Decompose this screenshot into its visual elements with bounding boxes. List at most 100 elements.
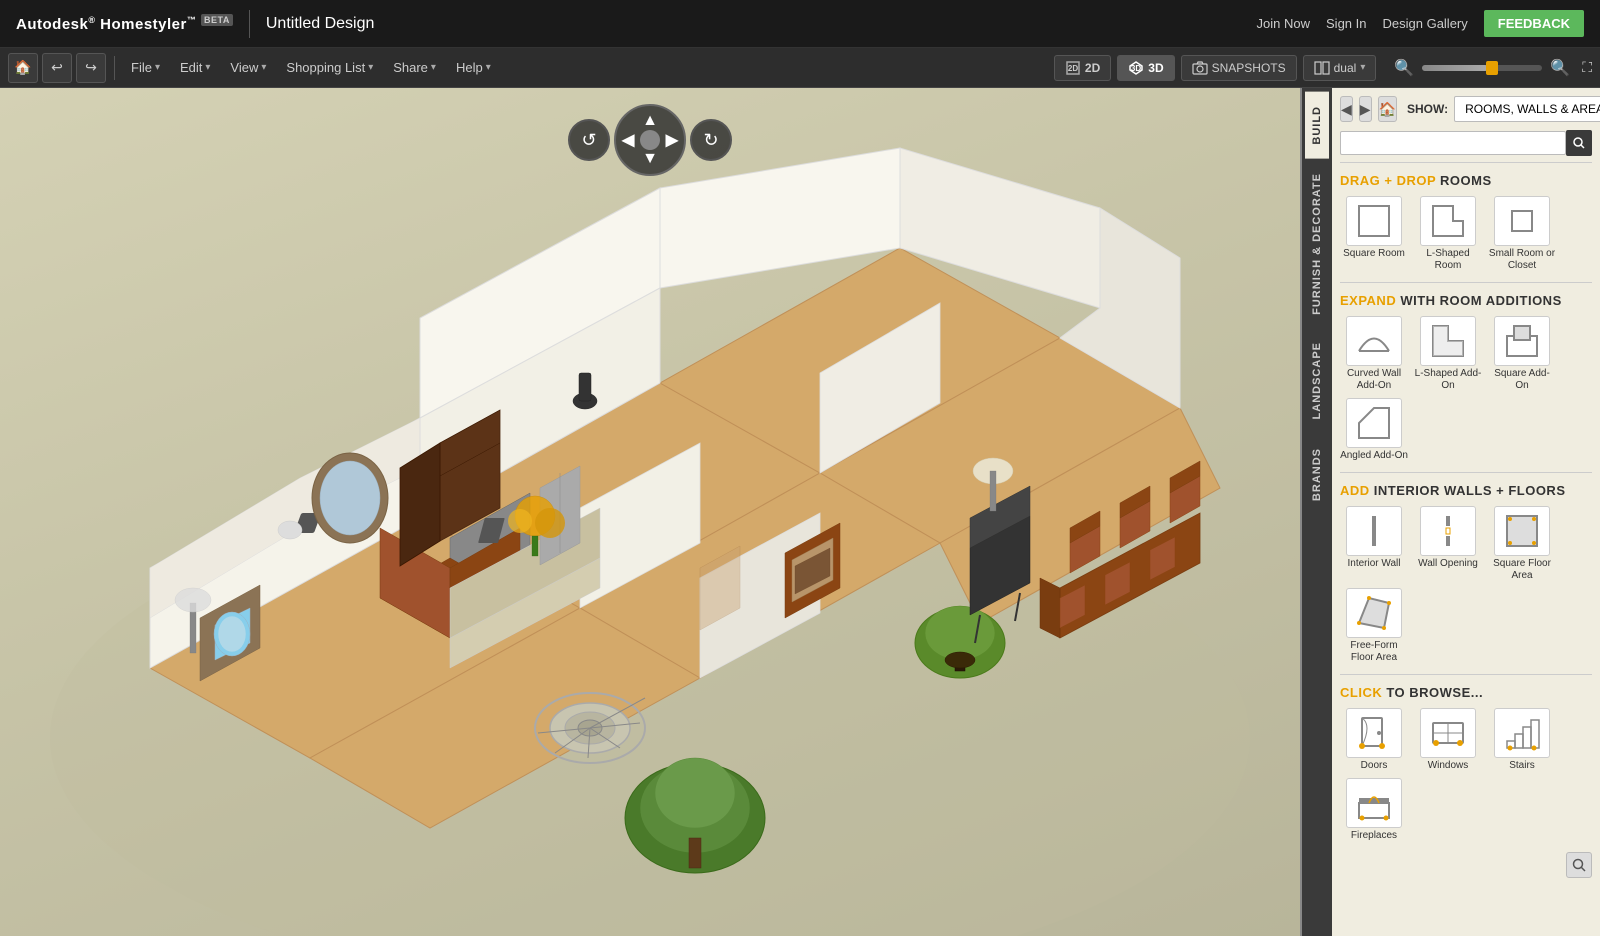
mode-3d-button[interactable]: 3D 3D <box>1117 55 1174 81</box>
pan-left-button[interactable]: ◀ <box>622 130 634 150</box>
panel-home-button[interactable]: 🏠 <box>1378 96 1397 122</box>
angled-addon-icon <box>1354 403 1394 443</box>
svg-text:3D: 3D <box>1131 64 1141 73</box>
tab-brands[interactable]: BRANDS <box>1305 434 1329 515</box>
redo-button[interactable]: ↪ <box>76 53 106 83</box>
lshaped-addon-label: L-Shaped Add-On <box>1414 368 1482 392</box>
zoom-slider[interactable] <box>1422 65 1542 71</box>
lshaped-addon-icon-box <box>1420 316 1476 366</box>
rotate-right-button[interactable]: ↻ <box>690 119 732 161</box>
interior-wall-item[interactable]: Interior Wall <box>1340 506 1408 582</box>
windows-item[interactable]: Windows <box>1414 708 1482 772</box>
view-menu[interactable]: View ▾ <box>222 56 274 79</box>
right-panel: BUILD FURNISH & DECORATE LANDSCAPE BRAND… <box>1300 88 1600 936</box>
camera-icon <box>1192 60 1208 76</box>
bottom-search-button[interactable] <box>1566 852 1592 878</box>
interior-wall-icon-box <box>1346 506 1402 556</box>
design-gallery-link[interactable]: Design Gallery <box>1383 16 1468 31</box>
section-expand-header: EXPAND WITH ROOM ADDITIONS <box>1340 293 1592 308</box>
freeform-floor-icon-box <box>1346 588 1402 638</box>
lshaped-room-label: L-Shaped Room <box>1414 248 1482 272</box>
home-button[interactable]: 🏠 <box>8 53 38 83</box>
zoom-in-button[interactable]: 🔍 <box>1546 58 1574 78</box>
panel-back-button[interactable]: ◀ <box>1340 96 1353 122</box>
windows-icon <box>1428 713 1468 753</box>
small-room-icon-box <box>1494 196 1550 246</box>
room-scene <box>0 88 1300 936</box>
interior-wall-icon <box>1354 511 1394 551</box>
logo-title-divider <box>249 10 250 38</box>
small-room-item[interactable]: Small Room or Closet <box>1488 196 1556 272</box>
stairs-icon-box <box>1494 708 1550 758</box>
sign-in-link[interactable]: Sign In <box>1326 16 1366 31</box>
help-menu[interactable]: Help ▾ <box>448 56 499 79</box>
panel-search-input[interactable] <box>1349 132 1561 154</box>
square-floor-item[interactable]: Square Floor Area <box>1488 506 1556 582</box>
join-now-link[interactable]: Join Now <box>1257 16 1310 31</box>
panel-forward-button[interactable]: ▶ <box>1359 96 1372 122</box>
panel-divider-1 <box>1340 162 1592 163</box>
feedback-button[interactable]: FEEDBACK <box>1484 10 1584 37</box>
square-room-item[interactable]: Square Room <box>1340 196 1408 272</box>
search-icon <box>1573 137 1585 149</box>
tab-build[interactable]: BUILD <box>1305 92 1329 159</box>
stairs-item[interactable]: Stairs <box>1488 708 1556 772</box>
file-menu[interactable]: File ▾ <box>123 56 168 79</box>
freeform-floor-item[interactable]: Free-Form Floor Area <box>1340 588 1408 664</box>
wall-opening-item[interactable]: Wall Opening <box>1414 506 1482 582</box>
fireplaces-item[interactable]: Fireplaces <box>1340 778 1408 842</box>
pan-down-button[interactable]: ▼ <box>642 150 658 168</box>
pan-up-button[interactable]: ▲ <box>642 112 658 130</box>
main-area: ↺ ▲ ▼ ◀ ▶ ↻ BUILD FURNISH & DECORATE LAN… <box>0 88 1600 936</box>
windows-icon-box <box>1420 708 1476 758</box>
section-browse-header: CLICK TO BROWSE... <box>1340 685 1592 700</box>
fireplaces-icon <box>1354 783 1394 823</box>
panel-search-area <box>1340 130 1592 156</box>
angled-addon-icon-box <box>1346 398 1402 448</box>
dual-icon <box>1314 60 1330 76</box>
view-mode-controls: 2D 2D 3D 3D SNAPSHOTS <box>1054 55 1592 81</box>
additions-grid: Curved Wall Add-On L-Shaped Add-On <box>1340 316 1592 462</box>
angled-addon-label: Angled Add-On <box>1340 450 1408 462</box>
logo-text: Autodesk® Homestyler™ BETA <box>16 15 233 33</box>
project-title: Untitled Design <box>266 15 375 33</box>
shopping-list-menu[interactable]: Shopping List ▾ <box>278 56 381 79</box>
interior-wall-label: Interior Wall <box>1348 558 1401 570</box>
pan-right-button[interactable]: ▶ <box>666 130 678 150</box>
curved-wall-item[interactable]: Curved Wall Add-On <box>1340 316 1408 392</box>
zoom-thumb[interactable] <box>1486 61 1498 75</box>
mode-2d-button[interactable]: 2D 2D <box>1054 55 1111 81</box>
square-addon-item[interactable]: Square Add-On <box>1488 316 1556 392</box>
edit-menu[interactable]: Edit ▾ <box>172 56 218 79</box>
rooms-grid: Square Room L-Shaped Room <box>1340 196 1592 272</box>
zoom-out-button[interactable]: 🔍 <box>1390 58 1418 78</box>
show-select[interactable]: ROOMS, WALLS & AREAS <box>1454 96 1600 122</box>
square-room-icon-box <box>1346 196 1402 246</box>
snapshots-button[interactable]: SNAPSHOTS <box>1181 55 1297 81</box>
angled-addon-item[interactable]: Angled Add-On <box>1340 398 1408 462</box>
dual-button[interactable]: dual ▾ <box>1303 55 1377 81</box>
lshaped-room-item[interactable]: L-Shaped Room <box>1414 196 1482 272</box>
bottom-search-icon <box>1572 858 1586 872</box>
undo-button[interactable]: ↩ <box>42 53 72 83</box>
square-floor-icon <box>1502 511 1542 551</box>
panel-topbar: ◀ ▶ 🏠 SHOW: ROOMS, WALLS & AREAS <box>1340 96 1592 122</box>
windows-label: Windows <box>1428 760 1469 772</box>
panel-divider-4 <box>1340 674 1592 675</box>
share-menu[interactable]: Share ▾ <box>385 56 444 79</box>
fullscreen-button[interactable]: ⛶ <box>1582 59 1592 76</box>
lshaped-addon-item[interactable]: L-Shaped Add-On <box>1414 316 1482 392</box>
viewport[interactable]: ↺ ▲ ▼ ◀ ▶ ↻ <box>0 88 1300 936</box>
square-addon-icon-box <box>1494 316 1550 366</box>
tab-landscape[interactable]: LANDSCAPE <box>1305 328 1329 433</box>
panel-search-button[interactable] <box>1566 130 1592 156</box>
svg-text:2D: 2D <box>1068 64 1078 73</box>
freeform-floor-label: Free-Form Floor Area <box>1340 640 1408 664</box>
show-label: SHOW: <box>1407 102 1448 116</box>
lshaped-room-icon-box <box>1420 196 1476 246</box>
tab-furnish-decorate[interactable]: FURNISH & DECORATE <box>1305 159 1329 329</box>
beta-badge: BETA <box>201 14 233 26</box>
doors-item[interactable]: Doors <box>1340 708 1408 772</box>
toolbar-separator-1 <box>114 56 115 80</box>
rotate-left-button[interactable]: ↺ <box>568 119 610 161</box>
